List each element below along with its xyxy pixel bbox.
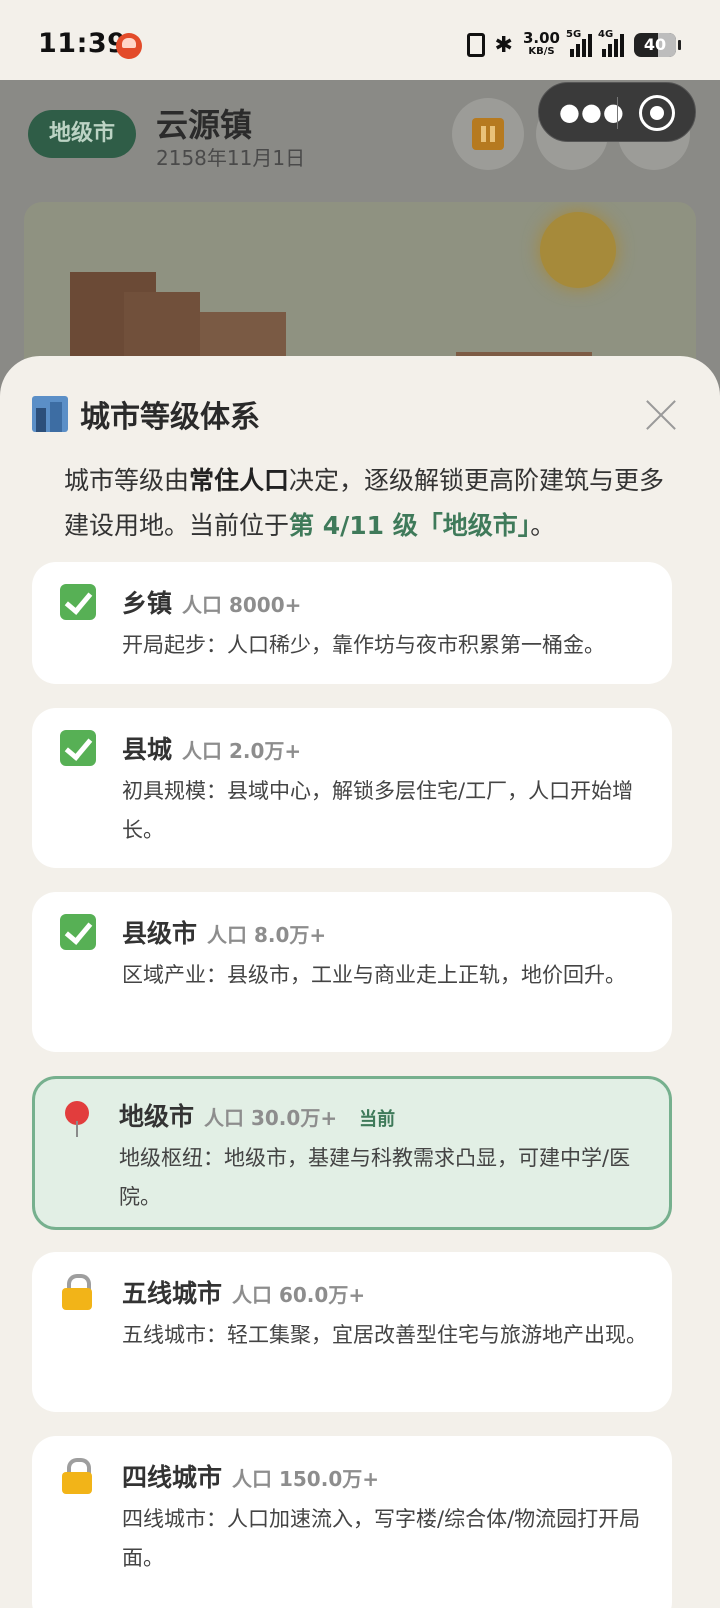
level-population: 人口 8.0万+ xyxy=(207,923,327,947)
signal-5g-label: 5G xyxy=(566,29,582,40)
pause-button[interactable] xyxy=(452,98,524,170)
check-icon xyxy=(60,914,96,950)
level-description: 初具规模：县域中心，解锁多层住宅/工厂，人口开始增长。 xyxy=(122,779,634,842)
check-icon xyxy=(60,584,96,620)
level-name: 五线城市 xyxy=(122,1279,223,1308)
level-population: 人口 30.0万+ xyxy=(204,1106,338,1130)
lock-icon xyxy=(60,1274,96,1310)
current-level-highlight: 第 4/11 级「地级市」 xyxy=(289,511,531,540)
level-card-6: 四线城市 人口 150.0万+ 四线城市：人口加速流入，写字楼/综合体/物流园打… xyxy=(32,1436,672,1608)
signal-4g-label: 4G xyxy=(598,29,614,40)
pin-icon xyxy=(63,1101,91,1137)
level-name: 地级市 xyxy=(119,1102,195,1131)
sheet-intro: 城市等级由常住人口决定，逐级解锁更高阶建筑与更多建设用地。当前位于第 4/11 … xyxy=(64,458,674,548)
level-population: 人口 60.0万+ xyxy=(232,1283,366,1307)
status-bar: 11:39 ✱ 3.00 KB/S 5G 4G 40 xyxy=(0,0,720,80)
pause-icon xyxy=(472,118,504,150)
battery-level: 40 xyxy=(643,35,667,54)
sheet-title: 城市等级体系 xyxy=(80,400,260,435)
cityscape-icon xyxy=(32,396,68,432)
lock-icon xyxy=(60,1458,96,1494)
status-time: 11:39 xyxy=(38,28,127,59)
city-level-sheet: 城市等级体系 城市等级由常住人口决定，逐级解锁更高阶建筑与更多建设用地。当前位于… xyxy=(0,356,720,1608)
level-name: 县城 xyxy=(122,735,173,764)
vibrate-icon xyxy=(466,33,485,57)
signal-5g-icon: 5G xyxy=(566,29,592,57)
level-description: 地级枢纽：地级市，基建与科教需求凸显，可建中学/医院。 xyxy=(119,1146,631,1209)
level-card-4-current: 地级市 人口 30.0万+ 当前 地级枢纽：地级市，基建与科教需求凸显，可建中学… xyxy=(32,1076,672,1230)
network-speed-unit: KB/S xyxy=(528,46,555,57)
level-name: 县级市 xyxy=(122,919,198,948)
level-description: 区域产业：县级市，工业与商业走上正轨，地价回升。 xyxy=(122,963,626,987)
sun-icon xyxy=(540,212,616,288)
level-card-3: 县级市 人口 8.0万+ 区域产业：县级市，工业与商业走上正轨，地价回升。 xyxy=(32,892,672,1052)
signal-4g-icon: 4G xyxy=(598,29,624,57)
level-card-1: 乡镇 人口 8000+ 开局起步：人口稀少，靠作坊与夜市积累第一桶金。 xyxy=(32,562,672,684)
network-speed: 3.00 KB/S xyxy=(522,29,560,58)
level-card-2: 县城 人口 2.0万+ 初具规模：县域中心，解锁多层住宅/工厂，人口开始增长。 xyxy=(32,708,672,868)
level-population: 人口 150.0万+ xyxy=(232,1467,379,1491)
more-icon[interactable]: ●●● xyxy=(559,98,625,126)
close-icon[interactable] xyxy=(644,398,678,432)
level-population: 人口 2.0万+ xyxy=(182,739,302,763)
city-name: 云源镇 xyxy=(156,106,253,144)
level-name: 乡镇 xyxy=(122,589,173,618)
level-description: 开局起步：人口稀少，靠作坊与夜市积累第一桶金。 xyxy=(122,633,605,657)
network-speed-value: 3.00 xyxy=(522,29,560,47)
bluetooth-icon: ✱ xyxy=(494,32,513,58)
close-miniprogram-icon[interactable] xyxy=(639,95,675,131)
level-population: 人口 8000+ xyxy=(182,593,302,617)
check-icon xyxy=(60,730,96,766)
current-tag: 当前 xyxy=(359,1109,396,1130)
city-level-badge[interactable]: 地级市 xyxy=(28,110,136,158)
level-description: 四线城市：人口加速流入，写字楼/综合体/物流园打开局面。 xyxy=(122,1507,641,1570)
intro-text: 城市等级由 xyxy=(64,466,190,495)
intro-bold: 常住人口 xyxy=(189,466,290,495)
miniprogram-capsule: ●●● xyxy=(538,82,696,142)
intro-text: 。 xyxy=(530,511,556,540)
app-notification-icon xyxy=(116,33,142,59)
level-name: 四线城市 xyxy=(122,1463,223,1492)
sheet-header: 城市等级体系 xyxy=(32,392,260,436)
battery-icon: 40 xyxy=(634,33,681,57)
level-card-5: 五线城市 人口 60.0万+ 五线城市：轻工集聚，宜居改善型住宅与旅游地产出现。 xyxy=(32,1252,672,1412)
game-date: 2158年11月1日 xyxy=(156,146,306,170)
level-description: 五线城市：轻工集聚，宜居改善型住宅与旅游地产出现。 xyxy=(122,1323,647,1347)
status-icons: ✱ 3.00 KB/S 5G 4G 40 xyxy=(466,29,681,60)
